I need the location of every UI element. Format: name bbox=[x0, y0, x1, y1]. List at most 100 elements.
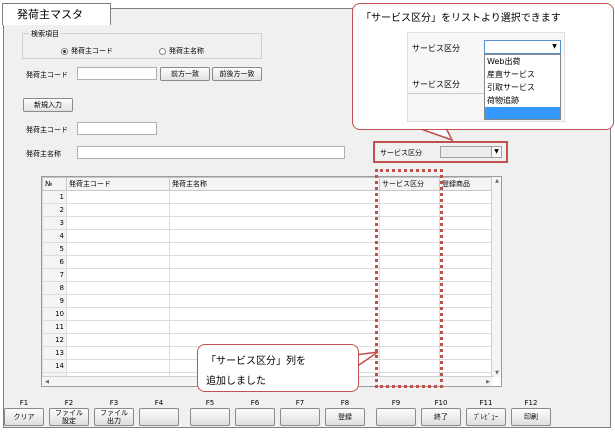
fkey-button-f8[interactable]: 登録 bbox=[325, 408, 365, 426]
search-code-input[interactable] bbox=[77, 67, 157, 80]
cell-products[interactable] bbox=[439, 281, 492, 295]
fkey-f6: F6 bbox=[234, 396, 276, 428]
dropdown-option[interactable]: 引取サービス bbox=[485, 81, 560, 94]
cell-name[interactable] bbox=[169, 281, 380, 295]
cell-code[interactable] bbox=[66, 307, 170, 321]
fkey-label: F11 bbox=[479, 399, 493, 407]
cell-products[interactable] bbox=[439, 359, 492, 373]
cell-code[interactable] bbox=[66, 333, 170, 347]
cell-products[interactable] bbox=[439, 268, 492, 282]
preview-service-select[interactable]: ▼ bbox=[484, 40, 561, 54]
code-label: 発荷主コード bbox=[26, 126, 68, 134]
dropdown-option[interactable]: 荷物追跡 bbox=[485, 94, 560, 107]
fkey-button-f7[interactable] bbox=[280, 408, 320, 426]
fkey-button-f3[interactable]: ファイル 出力 bbox=[94, 408, 134, 426]
col-header-no[interactable]: № bbox=[42, 177, 67, 191]
cell-code[interactable] bbox=[66, 268, 170, 282]
window-title: 発荷主マスタ bbox=[2, 3, 111, 25]
cell-name[interactable] bbox=[169, 307, 380, 321]
cell-products[interactable] bbox=[439, 333, 492, 347]
col-header-name[interactable]: 発荷主名称 bbox=[169, 177, 380, 191]
chevron-down-icon: ▼ bbox=[552, 43, 557, 50]
cell-code[interactable] bbox=[66, 294, 170, 308]
fkey-button-f12[interactable]: 印刷 bbox=[511, 408, 551, 426]
fkey-button-f10[interactable]: 終了 bbox=[421, 408, 461, 426]
row-number: 6 bbox=[42, 255, 67, 269]
cell-products[interactable] bbox=[439, 203, 492, 217]
fkey-button-f5[interactable] bbox=[190, 408, 230, 426]
fkey-button-f11[interactable]: ﾌﾟﾚﾋﾞｭｰ bbox=[466, 408, 506, 426]
cell-products[interactable] bbox=[439, 229, 492, 243]
cell-code[interactable] bbox=[66, 203, 170, 217]
cell-code[interactable] bbox=[66, 359, 170, 373]
cell-name[interactable] bbox=[169, 242, 380, 256]
scroll-down-icon[interactable]: ▼ bbox=[492, 370, 501, 376]
fkey-f10: F10 終了 bbox=[420, 396, 462, 428]
fkey-button-f1[interactable]: クリア bbox=[4, 408, 44, 426]
bottom-callout-line2: 追加しました bbox=[206, 376, 266, 387]
search-group: 検索項目 発荷主コード 発荷主名称 bbox=[22, 29, 262, 59]
cell-products[interactable] bbox=[439, 320, 492, 334]
scroll-up-icon[interactable]: ▲ bbox=[492, 178, 501, 184]
fkey-button-f6[interactable] bbox=[235, 408, 275, 426]
preview-dropdown-list: Web出荷 産直サービス 引取サービス 荷物追跡 bbox=[484, 54, 561, 120]
cell-code[interactable] bbox=[66, 320, 170, 334]
scroll-left-icon[interactable]: ◀ bbox=[42, 379, 52, 385]
cell-name[interactable] bbox=[169, 216, 380, 230]
cell-products[interactable] bbox=[439, 294, 492, 308]
name-input[interactable] bbox=[77, 146, 345, 159]
cell-name[interactable] bbox=[169, 190, 380, 204]
cell-name[interactable] bbox=[169, 255, 380, 269]
fkey-button-f9[interactable] bbox=[376, 408, 416, 426]
cell-code[interactable] bbox=[66, 190, 170, 204]
name-label: 発荷主名称 bbox=[26, 150, 61, 158]
cell-name[interactable] bbox=[169, 268, 380, 282]
scroll-right-icon[interactable]: ▶ bbox=[483, 379, 493, 385]
service-label: サービス区分 bbox=[380, 149, 422, 157]
fkey-button-f4[interactable] bbox=[139, 408, 179, 426]
dropdown-option[interactable]: 産直サービス bbox=[485, 68, 560, 81]
radio-search-name[interactable]: 発荷主名称 bbox=[159, 46, 204, 56]
cell-code[interactable] bbox=[66, 255, 170, 269]
fkey-f9: F9 bbox=[375, 396, 417, 428]
code-input[interactable] bbox=[77, 122, 157, 135]
prefix-match-button[interactable]: 前方一致 bbox=[160, 67, 210, 81]
cell-products[interactable] bbox=[439, 307, 492, 321]
preview-divider bbox=[408, 93, 484, 94]
cell-products[interactable] bbox=[439, 255, 492, 269]
cell-name[interactable] bbox=[169, 229, 380, 243]
col-header-code[interactable]: 発荷主コード bbox=[66, 177, 170, 191]
cell-code[interactable] bbox=[66, 229, 170, 243]
cell-code[interactable] bbox=[66, 346, 170, 360]
fkey-button-f2[interactable]: ファイル 設定 bbox=[49, 408, 89, 426]
new-entry-button[interactable]: 新規入力 bbox=[23, 98, 73, 112]
cell-code[interactable] bbox=[66, 242, 170, 256]
dropdown-option-selected[interactable] bbox=[485, 107, 560, 119]
chevron-down-icon: ▼ bbox=[491, 147, 501, 157]
search-group-label: 検索項目 bbox=[29, 29, 61, 39]
cell-name[interactable] bbox=[169, 203, 380, 217]
service-select[interactable]: ▼ bbox=[440, 146, 502, 158]
partial-match-button[interactable]: 前後方一致 bbox=[212, 67, 262, 81]
vertical-scrollbar[interactable]: ▲ ▼ bbox=[491, 177, 501, 377]
cell-products[interactable] bbox=[439, 216, 492, 230]
fkey-f2: F2 ファイル 設定 bbox=[48, 396, 90, 428]
row-number: 14 bbox=[42, 359, 67, 373]
preview-service-label: サービス区分 bbox=[412, 44, 460, 53]
radio-search-code[interactable]: 発荷主コード bbox=[61, 46, 113, 56]
cell-products[interactable] bbox=[439, 242, 492, 256]
fkey-f12: F12 印刷 bbox=[510, 396, 552, 428]
cell-name[interactable] bbox=[169, 320, 380, 334]
cell-code[interactable] bbox=[66, 216, 170, 230]
fkey-f11: F11 ﾌﾟﾚﾋﾞｭｰ bbox=[465, 396, 507, 428]
cell-code[interactable] bbox=[66, 281, 170, 295]
cell-products[interactable] bbox=[439, 346, 492, 360]
dropdown-option[interactable]: Web出荷 bbox=[485, 55, 560, 68]
col-header-products[interactable]: 登録商品 bbox=[439, 177, 492, 191]
fkey-label: F10 bbox=[434, 399, 448, 407]
fkey-label: F6 bbox=[250, 399, 260, 407]
new-column-highlight bbox=[375, 169, 443, 388]
cell-products[interactable] bbox=[439, 190, 492, 204]
cell-name[interactable] bbox=[169, 294, 380, 308]
row-number: 12 bbox=[42, 333, 67, 347]
